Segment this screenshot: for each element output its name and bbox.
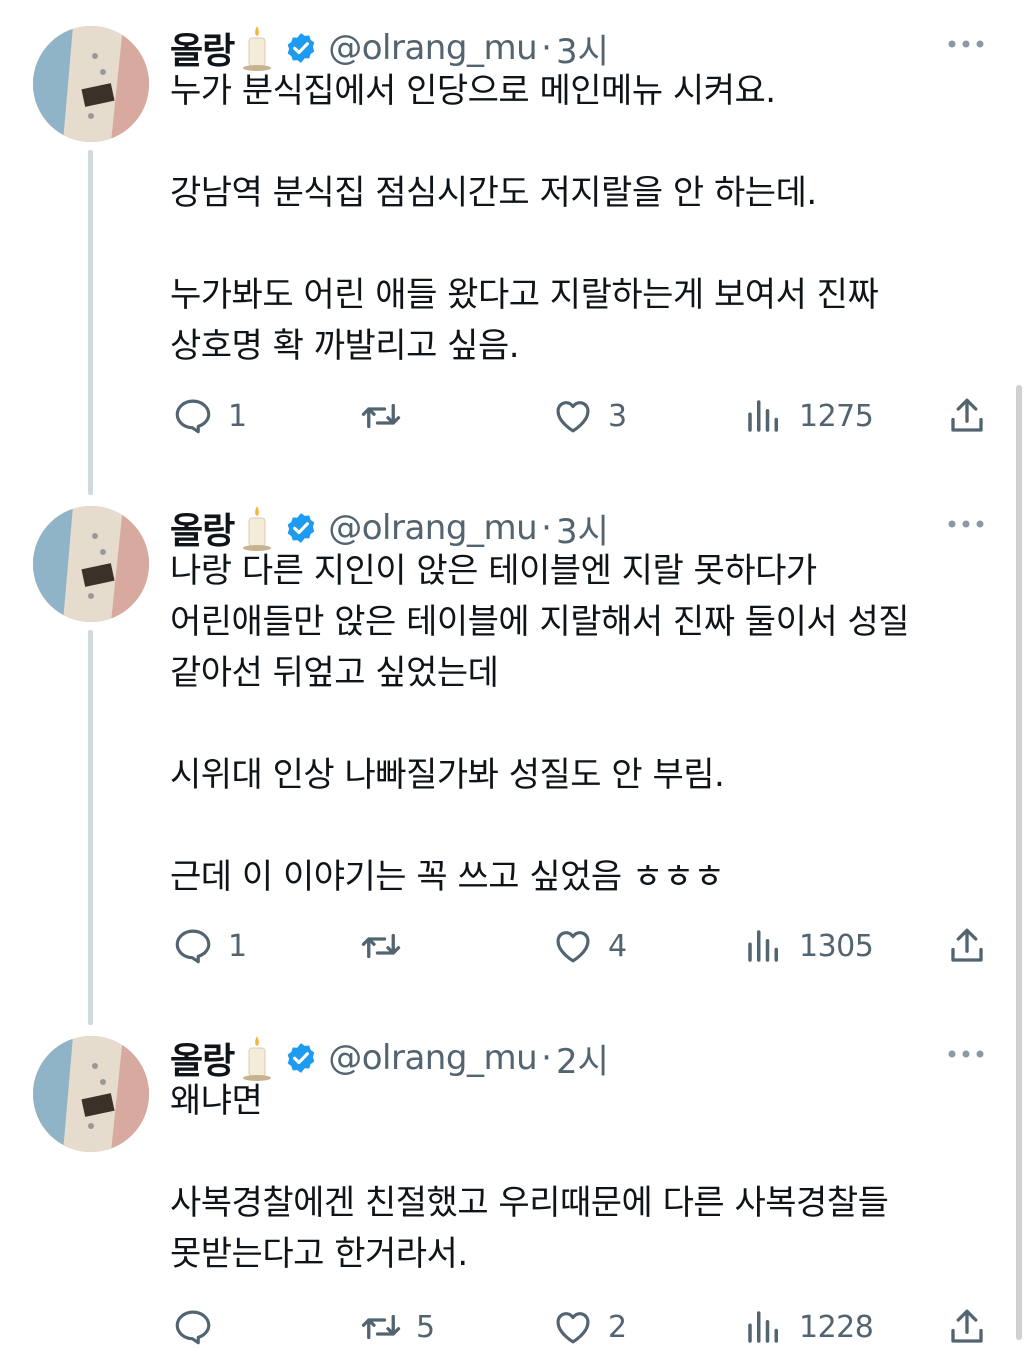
- views-chart-icon: [748, 400, 778, 432]
- separator-dot: ·: [541, 1038, 552, 1078]
- more-options-icon[interactable]: [946, 34, 986, 54]
- candle-icon: [240, 24, 274, 72]
- author-handle[interactable]: @olrang_mu: [328, 28, 537, 68]
- guitar-closeup-avatar: [33, 1036, 149, 1152]
- tweet-line: 시위대 인상 나빠질가봐 성질도 안 부림.: [170, 755, 725, 795]
- heart-icon: [556, 931, 590, 963]
- tweet-line: 근데 이 이야기는 꼭 쓰고 싶었음 ㅎㅎㅎ: [170, 857, 725, 897]
- separator-dot: ·: [541, 508, 552, 548]
- scrollbar[interactable]: [1016, 385, 1022, 1340]
- tweet-line: 누가봐도 어린 애들 왔다고 지랄하는게 보여서 진짜: [170, 275, 879, 315]
- views-chart-icon: [748, 930, 778, 962]
- verified-badge-icon: [284, 31, 318, 65]
- reply-button[interactable]: 1: [172, 921, 247, 971]
- retweet-button[interactable]: 5: [360, 1302, 435, 1352]
- more-options-icon[interactable]: [946, 1044, 986, 1064]
- tweet-text: 누가 분식집에서 인당으로 메인메뉴 시켜요. 강남역 분식집 점심시간도 저지…: [170, 66, 990, 372]
- tweet[interactable]: 올랑 @olrang_mu · 3시 누가 분식집에서 인당으로 메인메뉴 시켜…: [0, 16, 1024, 466]
- like-count: 3: [608, 398, 627, 434]
- guitar-closeup-avatar: [33, 506, 149, 622]
- reply-button[interactable]: [172, 1302, 228, 1352]
- retweet-count: 5: [416, 1309, 435, 1345]
- like-count: 4: [608, 928, 627, 964]
- tweet-line: 나랑 다른 지인이 앉은 테이블엔 지랄 못하다가: [170, 551, 817, 591]
- view-count: 1275: [799, 398, 874, 434]
- tweet-line: 같아선 뒤엎고 싶었는데: [170, 653, 499, 693]
- view-count: 1228: [799, 1309, 874, 1345]
- tweet[interactable]: 올랑 @olrang_mu · 3시 나랑 다른 지인이 앉은 테이블엔 지랄 …: [0, 496, 1024, 996]
- tweet-text: 나랑 다른 지인이 앉은 테이블엔 지랄 못하다가 어린애들만 앉은 테이블에 …: [170, 546, 990, 903]
- tweet-line: 상호명 확 까발리고 싶음.: [170, 326, 520, 366]
- retweet-icon: [361, 403, 401, 429]
- retweet-icon: [361, 1314, 401, 1340]
- heart-icon: [556, 401, 590, 433]
- tweet-line: 누가 분식집에서 인당으로 메인메뉴 시켜요.: [170, 71, 776, 111]
- tweet-line: 강남역 분식집 점심시간도 저지랄을 안 하는데.: [170, 173, 817, 213]
- reply-icon: [175, 1310, 211, 1345]
- share-icon: [951, 1309, 983, 1343]
- retweet-icon: [361, 933, 401, 959]
- author-handle[interactable]: @olrang_mu: [328, 1038, 537, 1078]
- retweet-button[interactable]: [360, 391, 416, 441]
- verified-badge-icon: [284, 511, 318, 545]
- tweet-line: 어린애들만 앉은 테이블에 지랄해서 진짜 둘이서 성질: [170, 602, 910, 642]
- share-icon: [951, 928, 983, 962]
- views-button[interactable]: 1228: [743, 1302, 874, 1352]
- like-count: 2: [608, 1309, 627, 1345]
- reply-button[interactable]: 1: [172, 391, 247, 441]
- view-count: 1305: [799, 928, 874, 964]
- share-button[interactable]: [946, 921, 988, 971]
- reply-icon: [175, 929, 211, 964]
- reply-icon: [175, 399, 211, 434]
- like-button[interactable]: 2: [552, 1302, 627, 1352]
- author-handle[interactable]: @olrang_mu: [328, 508, 537, 548]
- avatar[interactable]: [33, 26, 149, 142]
- views-button[interactable]: 1305: [743, 921, 874, 971]
- guitar-closeup-avatar: [33, 26, 149, 142]
- reply-count: 1: [228, 398, 247, 434]
- share-icon: [951, 398, 983, 432]
- verified-badge-icon: [284, 1041, 318, 1075]
- share-button[interactable]: [946, 1302, 988, 1352]
- reply-count: 1: [228, 928, 247, 964]
- retweet-button[interactable]: [360, 921, 416, 971]
- avatar[interactable]: [33, 506, 149, 622]
- separator-dot: ·: [541, 28, 552, 68]
- like-button[interactable]: 3: [552, 391, 627, 441]
- tweet-line: 못받는다고 한거라서.: [170, 1234, 468, 1274]
- share-button[interactable]: [946, 391, 988, 441]
- tweet-text: 왜냐면 사복경찰에겐 친절했고 우리때문에 다른 사복경찰들 못받는다고 한거라…: [170, 1076, 990, 1280]
- tweet-line: 사복경찰에겐 친절했고 우리때문에 다른 사복경찰들: [170, 1183, 889, 1223]
- more-options-icon[interactable]: [946, 514, 986, 534]
- avatar[interactable]: [33, 1036, 149, 1152]
- tweet-line: 왜냐면: [170, 1081, 263, 1121]
- tweet[interactable]: 올랑 @olrang_mu · 2시 왜냐면 사복경찰에겐 친절했고 우리때문에…: [0, 1026, 1024, 1368]
- candle-icon: [240, 1034, 274, 1082]
- like-button[interactable]: 4: [552, 921, 627, 971]
- views-button[interactable]: 1275: [743, 391, 874, 441]
- heart-icon: [556, 1312, 590, 1344]
- candle-icon: [240, 504, 274, 552]
- views-chart-icon: [748, 1311, 778, 1343]
